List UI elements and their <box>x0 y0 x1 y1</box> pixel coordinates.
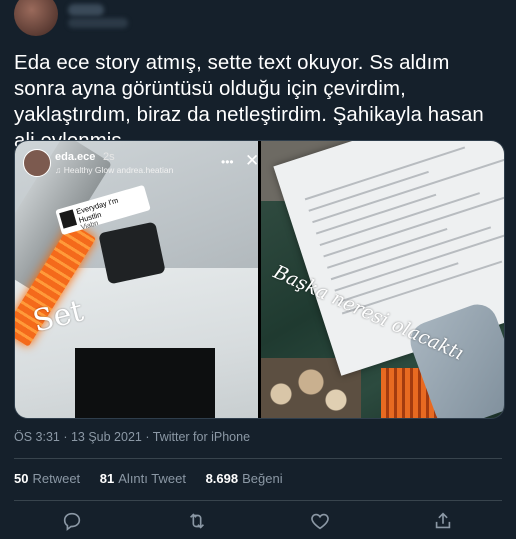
reply-icon[interactable] <box>61 510 83 532</box>
album-cover-icon <box>59 209 78 229</box>
like-icon[interactable] <box>309 510 331 532</box>
script-photo[interactable]: Başka neresi olacaktı <box>261 141 504 418</box>
tweet-stats: 50 Retweet 81 Alıntı Tweet 8.698 Beğeni <box>14 471 299 486</box>
tweet-media[interactable]: eda.ece 2s ♫ Healthy Glow andrea.heatian… <box>14 140 505 419</box>
retweet-count[interactable]: 50 Retweet <box>14 471 80 486</box>
tweet-text: Eda ece story atmış, sette text okuyor. … <box>14 52 484 152</box>
retweet-icon[interactable] <box>186 510 208 532</box>
story-username: eda.ece <box>55 151 96 163</box>
divider <box>14 458 502 459</box>
divider <box>14 500 502 501</box>
share-icon[interactable] <box>432 510 454 532</box>
more-icon: ••• <box>221 155 234 169</box>
display-name-blurred[interactable] <box>68 4 104 16</box>
story-header: eda.ece 2s ♫ Healthy Glow andrea.heatian… <box>23 149 258 181</box>
story-time: 2s <box>103 151 115 163</box>
story-music-subtitle: ♫ Healthy Glow andrea.heatian <box>55 165 174 175</box>
quote-count[interactable]: 81 Alıntı Tweet <box>100 471 186 486</box>
like-count[interactable]: 8.698 Beğeni <box>206 471 283 486</box>
tweet-header <box>14 0 502 36</box>
story-avatar <box>23 149 51 177</box>
story-screenshot[interactable]: eda.ece 2s ♫ Healthy Glow andrea.heatian… <box>15 141 258 418</box>
tweet-actions <box>0 506 516 539</box>
tweet-timestamp[interactable]: ÖS 3:31 · 13 Şub 2021 · Twitter for iPho… <box>14 430 250 444</box>
close-icon: ✕ <box>245 151 258 170</box>
dark-surface <box>75 348 215 418</box>
avatar[interactable] <box>14 0 58 36</box>
handle-blurred <box>68 18 128 28</box>
